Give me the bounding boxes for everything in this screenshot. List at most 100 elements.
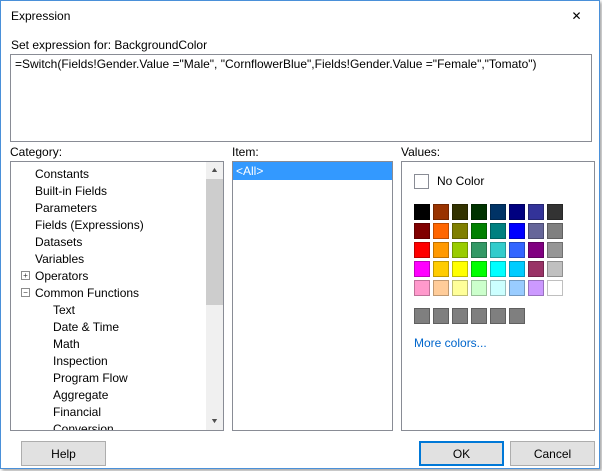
tree-item-label: Math xyxy=(53,336,80,351)
tree-item-datasets[interactable]: Datasets xyxy=(11,233,205,250)
color-swatch[interactable] xyxy=(528,280,544,296)
color-swatch[interactable] xyxy=(414,204,430,220)
ok-button[interactable]: OK xyxy=(419,441,504,466)
cancel-button[interactable]: Cancel xyxy=(510,441,595,466)
item-panel: <All> xyxy=(232,161,393,431)
gray-swatch[interactable] xyxy=(452,308,468,324)
gray-palette xyxy=(414,308,525,324)
color-swatch[interactable] xyxy=(471,261,487,277)
help-button[interactable]: Help xyxy=(21,441,106,466)
expression-input[interactable]: =Switch(Fields!Gender.Value ="Male", "Co… xyxy=(10,54,592,142)
arrow-up-icon: ▲ xyxy=(209,167,220,174)
color-swatch[interactable] xyxy=(433,242,449,258)
tree-item-label: Financial xyxy=(53,404,102,419)
expression-dialog: Expression ✕ Set expression for: Backgro… xyxy=(0,0,600,469)
tree-item-built-in-fields[interactable]: Built-in Fields xyxy=(11,182,205,199)
color-swatch[interactable] xyxy=(547,242,563,258)
color-swatch[interactable] xyxy=(490,223,506,239)
color-swatch[interactable] xyxy=(452,261,468,277)
color-swatch[interactable] xyxy=(547,261,563,277)
color-swatch[interactable] xyxy=(509,261,525,277)
scroll-up-button[interactable]: ▲ xyxy=(206,162,223,179)
color-swatch[interactable] xyxy=(509,223,525,239)
color-swatch[interactable] xyxy=(509,204,525,220)
color-swatch[interactable] xyxy=(414,280,430,296)
color-swatch[interactable] xyxy=(528,242,544,258)
color-swatch[interactable] xyxy=(433,280,449,296)
values-panel: No Color More colors... xyxy=(401,161,595,431)
color-swatch[interactable] xyxy=(471,280,487,296)
tree-item-parameters[interactable]: Parameters xyxy=(11,199,205,216)
values-label: Values: xyxy=(401,145,441,159)
no-color-option[interactable]: No Color xyxy=(414,172,582,190)
color-swatch[interactable] xyxy=(452,242,468,258)
tree-item-label: Conversion xyxy=(53,421,114,431)
color-swatch[interactable] xyxy=(490,242,506,258)
tree-item-operators[interactable]: + Operators xyxy=(11,267,205,284)
color-swatch[interactable] xyxy=(547,223,563,239)
tree-item-conversion[interactable]: Conversion xyxy=(11,420,205,431)
item-list-row[interactable]: <All> xyxy=(233,162,392,180)
collapse-icon[interactable]: − xyxy=(21,288,30,297)
tree-item-text[interactable]: Text xyxy=(11,301,205,318)
gray-swatch[interactable] xyxy=(490,308,506,324)
tree-item-label: Date & Time xyxy=(53,319,120,334)
gray-swatch[interactable] xyxy=(509,308,525,324)
tree-item-date-time[interactable]: Date & Time xyxy=(11,318,205,335)
color-palette xyxy=(414,204,563,296)
tree-item-financial[interactable]: Financial xyxy=(11,403,205,420)
color-swatch[interactable] xyxy=(528,204,544,220)
tree-item-constants[interactable]: Constants xyxy=(11,165,205,182)
category-panel: Constants Built-in Fields Parameters Fields… xyxy=(10,161,224,431)
category-tree: Constants Built-in Fields Parameters Fields… xyxy=(11,162,223,431)
tree-item-aggregate[interactable]: Aggregate xyxy=(11,386,205,403)
color-swatch[interactable] xyxy=(452,223,468,239)
color-swatch[interactable] xyxy=(433,261,449,277)
color-swatch[interactable] xyxy=(547,280,563,296)
color-swatch[interactable] xyxy=(471,204,487,220)
color-swatch[interactable] xyxy=(490,280,506,296)
gray-swatch[interactable] xyxy=(433,308,449,324)
category-scrollbar[interactable]: ▲ ▼ xyxy=(206,162,223,430)
gray-swatch[interactable] xyxy=(471,308,487,324)
color-swatch[interactable] xyxy=(471,223,487,239)
close-icon: ✕ xyxy=(571,8,582,23)
color-swatch[interactable] xyxy=(414,223,430,239)
color-swatch[interactable] xyxy=(433,223,449,239)
color-swatch[interactable] xyxy=(490,204,506,220)
tree-item-variables[interactable]: Variables xyxy=(11,250,205,267)
color-swatch[interactable] xyxy=(509,280,525,296)
tree-item-label: Parameters xyxy=(35,200,98,215)
arrow-down-icon: ▼ xyxy=(209,418,220,425)
tree-item-label: Datasets xyxy=(35,234,83,249)
tree-item-label: Variables xyxy=(35,251,85,266)
tree-item-inspection[interactable]: Inspection xyxy=(11,352,205,369)
color-swatch[interactable] xyxy=(452,280,468,296)
tree-item-label: Common Functions xyxy=(35,285,140,300)
color-swatch[interactable] xyxy=(509,242,525,258)
more-colors-link[interactable]: More colors... xyxy=(414,336,487,350)
no-color-swatch xyxy=(414,173,429,189)
color-swatch[interactable] xyxy=(528,223,544,239)
color-swatch[interactable] xyxy=(528,261,544,277)
tree-item-label: Built-in Fields xyxy=(35,183,108,198)
tree-item-math[interactable]: Math xyxy=(11,335,205,352)
color-swatch[interactable] xyxy=(490,261,506,277)
window-title: Expression xyxy=(11,9,71,23)
color-swatch[interactable] xyxy=(471,242,487,258)
color-swatch[interactable] xyxy=(414,261,430,277)
close-button[interactable]: ✕ xyxy=(554,1,599,30)
gray-swatch[interactable] xyxy=(414,308,430,324)
color-swatch[interactable] xyxy=(414,242,430,258)
scrollbar-thumb[interactable] xyxy=(206,179,223,305)
color-swatch[interactable] xyxy=(452,204,468,220)
color-swatch[interactable] xyxy=(433,204,449,220)
tree-item-label: Program Flow xyxy=(53,370,128,385)
color-swatch[interactable] xyxy=(547,204,563,220)
scroll-down-button[interactable]: ▼ xyxy=(206,413,223,430)
expand-icon[interactable]: + xyxy=(21,271,30,280)
tree-item-common-functions[interactable]: − Common Functions xyxy=(11,284,205,301)
category-label: Category: xyxy=(10,145,63,159)
tree-item-program-flow[interactable]: Program Flow xyxy=(11,369,205,386)
tree-item-fields-expressions[interactable]: Fields (Expressions) xyxy=(11,216,205,233)
